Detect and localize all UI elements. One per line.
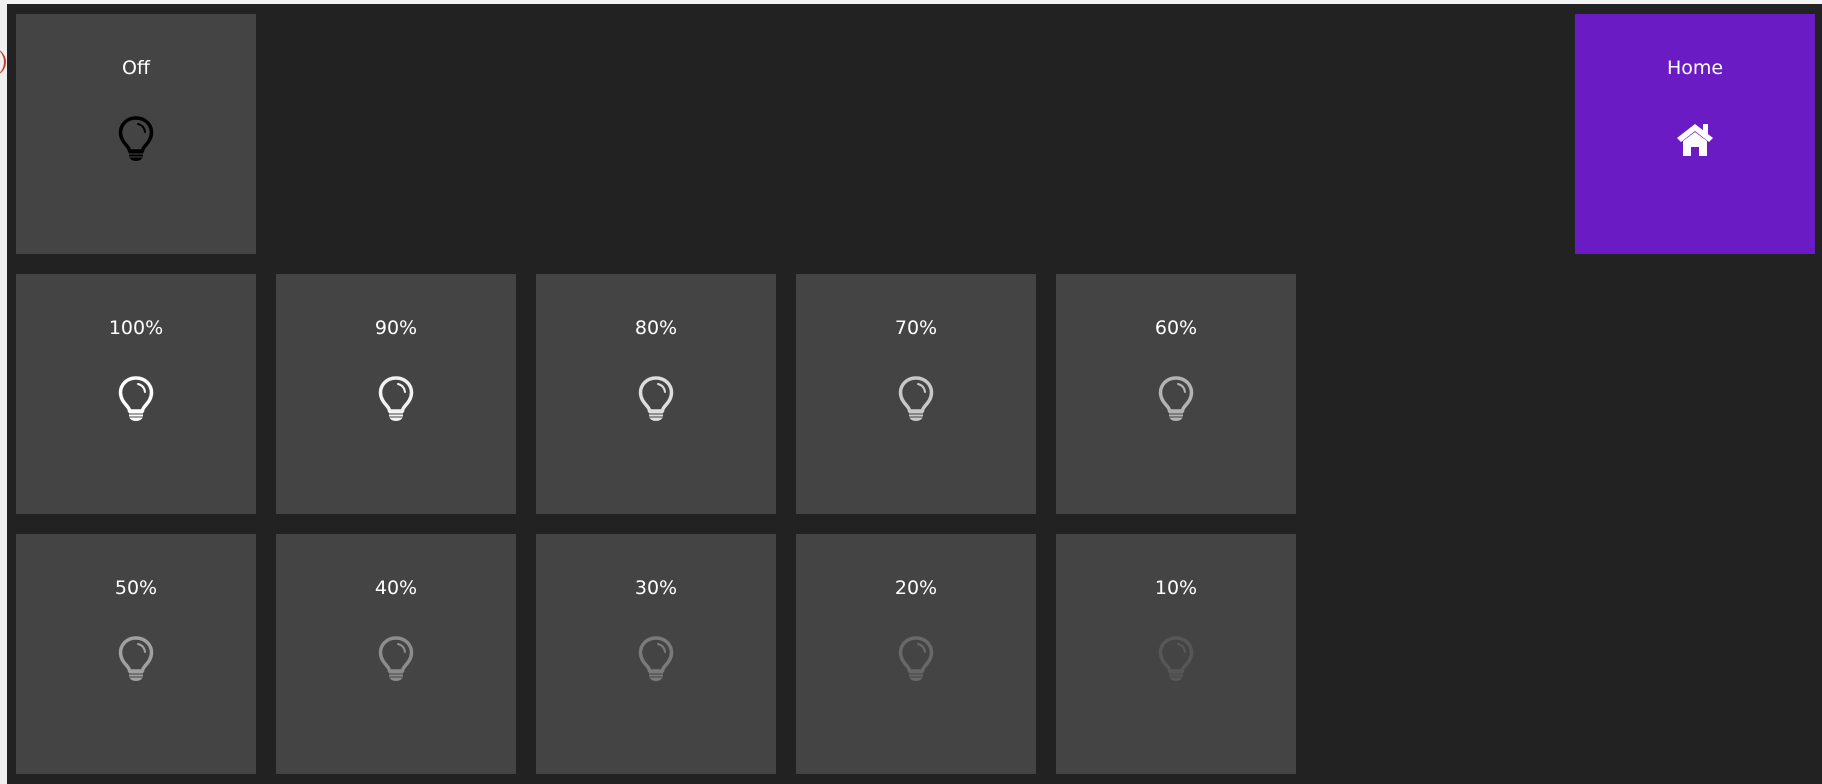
bulb-icon [896, 376, 936, 422]
left-edge [0, 0, 7, 784]
bulb-icon [1156, 636, 1196, 682]
brightness-40-button[interactable]: 40% [276, 534, 516, 774]
brightness-50-button[interactable]: 50% [16, 534, 256, 774]
bulb-icon [116, 636, 156, 682]
brightness-label: 80% [634, 317, 678, 339]
brightness-80-button[interactable]: 80% [536, 274, 776, 514]
light-control-panel: Off Home 100% 90% 80% 70% 60% 50% 40% 30… [7, 4, 1822, 784]
brightness-70-button[interactable]: 70% [796, 274, 1036, 514]
brightness-label: 90% [374, 317, 418, 339]
bulb-icon [376, 636, 416, 682]
brightness-60-button[interactable]: 60% [1056, 274, 1296, 514]
partial-window-shape [0, 48, 6, 76]
bulb-icon [116, 116, 156, 162]
brightness-label: 10% [1154, 577, 1198, 599]
screen: Off Home 100% 90% 80% 70% 60% 50% 40% 30… [0, 0, 1822, 784]
off-label: Off [121, 57, 151, 79]
brightness-label: 60% [1154, 317, 1198, 339]
bulb-icon [636, 636, 676, 682]
brightness-label: 70% [894, 317, 938, 339]
home-button[interactable]: Home [1575, 14, 1815, 254]
bulb-icon [1156, 376, 1196, 422]
brightness-label: 20% [894, 577, 938, 599]
home-icon [1675, 116, 1715, 162]
bulb-icon [896, 636, 936, 682]
brightness-20-button[interactable]: 20% [796, 534, 1036, 774]
brightness-label: 50% [114, 577, 158, 599]
off-button[interactable]: Off [16, 14, 256, 254]
home-label: Home [1666, 57, 1724, 79]
bulb-icon [636, 376, 676, 422]
brightness-100-button[interactable]: 100% [16, 274, 256, 514]
brightness-label: 30% [634, 577, 678, 599]
bulb-icon [376, 376, 416, 422]
bulb-icon [116, 376, 156, 422]
brightness-90-button[interactable]: 90% [276, 274, 516, 514]
brightness-label: 40% [374, 577, 418, 599]
brightness-30-button[interactable]: 30% [536, 534, 776, 774]
brightness-label: 100% [108, 317, 164, 339]
brightness-10-button[interactable]: 10% [1056, 534, 1296, 774]
